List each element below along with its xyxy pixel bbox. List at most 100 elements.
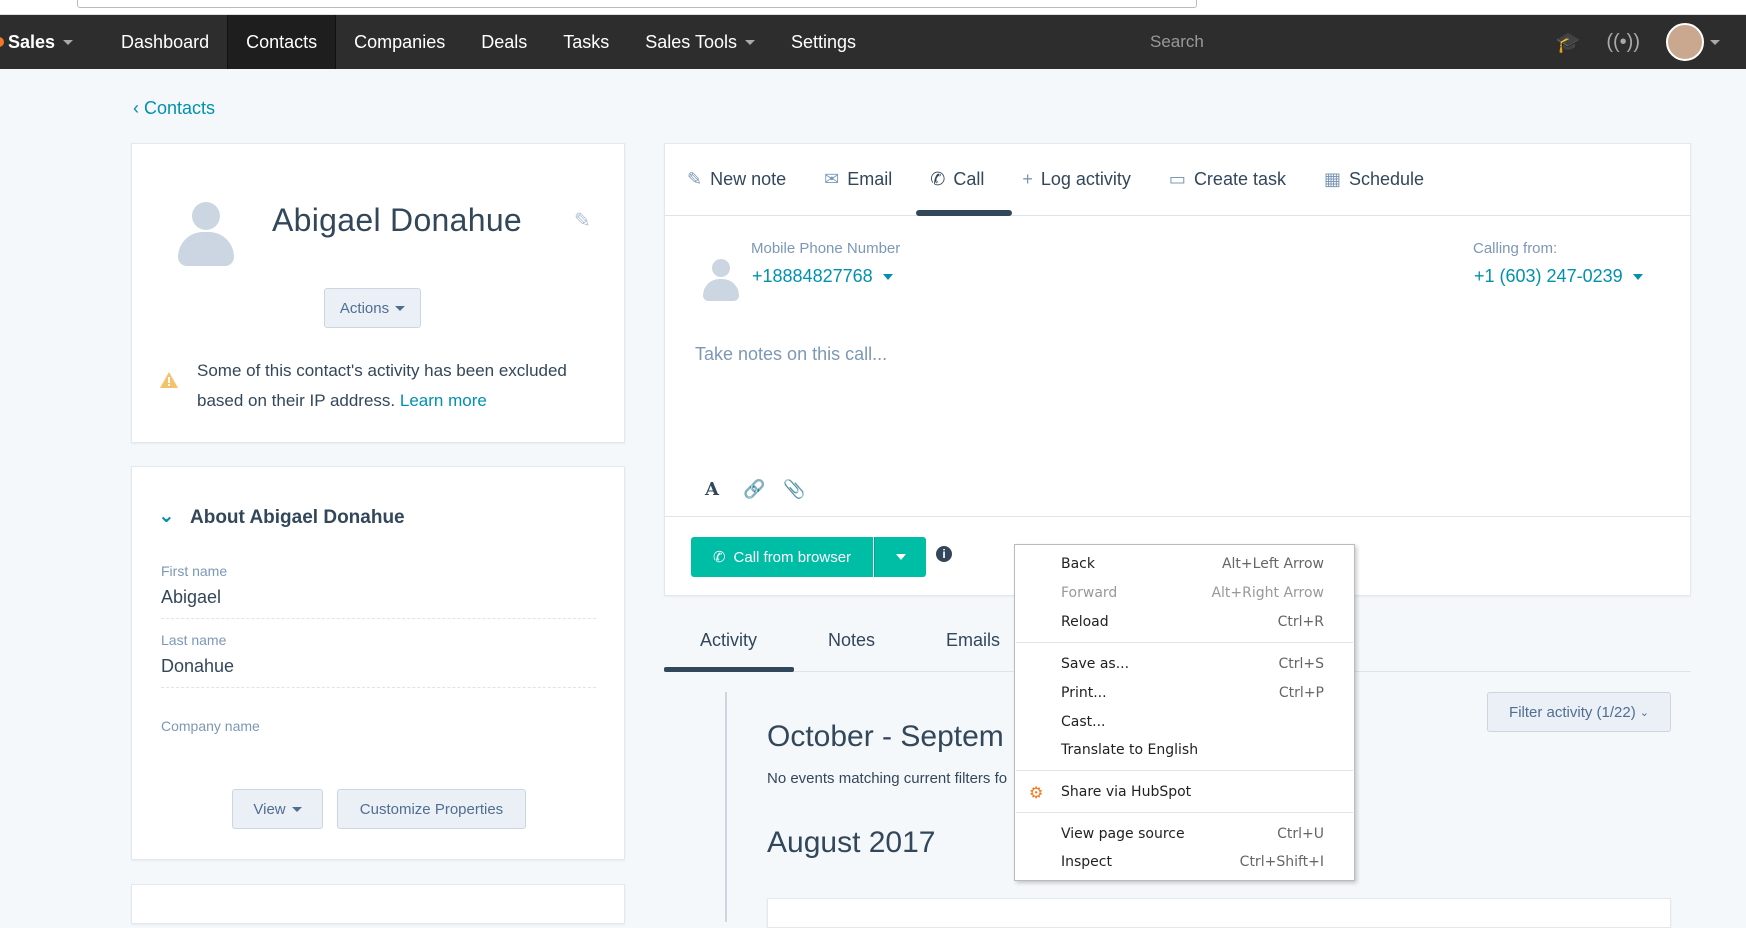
call-from-browser-button[interactable]: ✆ Call from browser: [691, 537, 873, 577]
menu-item-inspect[interactable]: Inspect Ctrl+Shift+I: [1015, 850, 1354, 876]
context-menu: Back Alt+Left Arrow Forward Alt+Right Arro…: [1014, 544, 1355, 881]
envelope-icon: ✉: [824, 169, 840, 189]
mobile-number: +18884827768: [752, 266, 873, 286]
attachment-icon[interactable]: 📎: [783, 479, 805, 500]
chevron-down-icon: [895, 554, 906, 560]
address-bar[interactable]: [77, 0, 1197, 8]
tab-email[interactable]: ✉ Email: [824, 144, 892, 216]
plus-icon: +: [1022, 169, 1033, 189]
active-tab-indicator: [916, 210, 1012, 216]
tab-log-activity[interactable]: + Log activity: [1022, 144, 1131, 216]
menu-item-forward[interactable]: Forward Alt+Right Arrow: [1015, 581, 1354, 607]
first-name-field[interactable]: Abigael: [161, 587, 221, 608]
menu-item-reload[interactable]: Reload Ctrl+R: [1015, 610, 1354, 636]
avatar[interactable]: [1666, 23, 1704, 61]
menu-item-save-as[interactable]: Save as... Ctrl+S: [1015, 652, 1354, 678]
tab-activity[interactable]: Activity: [700, 630, 757, 651]
learn-more-link[interactable]: Learn more: [400, 391, 487, 410]
link-icon[interactable]: 🔗: [743, 479, 765, 500]
tab-schedule[interactable]: ▦ Schedule: [1324, 144, 1424, 216]
nav-item-dashboard[interactable]: Dashboard: [103, 15, 227, 69]
actions-button[interactable]: Actions: [324, 288, 421, 328]
menu-item-share-hubspot[interactable]: ⚙ Share via HubSpot: [1015, 780, 1354, 806]
tab-label: Schedule: [1349, 169, 1425, 189]
chevron-down-icon: ⌄: [1639, 706, 1649, 719]
warning-icon: [160, 372, 178, 388]
view-button[interactable]: View: [232, 789, 323, 829]
view-label: View: [253, 800, 286, 818]
contact-card: Abigael Donahue ✎ Actions Some of this c…: [131, 143, 625, 443]
filter-activity-button[interactable]: Filter activity (1/22) ⌄: [1487, 692, 1671, 732]
calling-from-number: +1 (603) 247-0239: [1474, 266, 1623, 286]
tab-new-note[interactable]: ✎ New note: [687, 144, 786, 216]
chevron-down-icon[interactable]: [1710, 39, 1720, 45]
tab-label: Create task: [1193, 169, 1286, 189]
academy-icon[interactable]: 🎓: [1555, 30, 1580, 55]
divider: [161, 687, 596, 688]
back-label: Contacts: [144, 98, 216, 118]
menu-item-shortcut: Alt+Left Arrow: [1221, 556, 1324, 572]
nav-item-contacts[interactable]: Contacts: [227, 15, 337, 69]
menu-item-shortcut: Ctrl+U: [1277, 826, 1324, 842]
last-name-label: Last name: [161, 632, 227, 648]
top-nav: Sales Dashboard Contacts Companies Deals…: [0, 15, 1746, 69]
pencil-icon[interactable]: ✎: [574, 208, 591, 233]
nav-brand-sales[interactable]: Sales: [0, 15, 103, 69]
menu-item-label: Forward: [1061, 585, 1118, 601]
call-notes-input[interactable]: Take notes on this call...: [695, 344, 887, 365]
nav-item-label: Settings: [790, 31, 857, 52]
info-icon[interactable]: i: [936, 546, 952, 562]
menu-separator: [1016, 812, 1353, 813]
timeline-line: [725, 692, 727, 922]
menu-item-shortcut: Ctrl+Shift+I: [1239, 854, 1324, 870]
tab-call[interactable]: ✆ Call: [930, 144, 984, 216]
nav-item-settings[interactable]: Settings: [773, 15, 874, 69]
nav-brand-label: Sales: [8, 31, 56, 52]
monitor-icon: ▭: [1168, 169, 1186, 189]
nav-item-tasks[interactable]: Tasks: [545, 15, 627, 69]
customize-properties-button[interactable]: Customize Properties: [337, 789, 526, 829]
menu-separator: [1016, 642, 1353, 643]
tab-notes[interactable]: Notes: [828, 630, 875, 651]
contact-name: Abigael Donahue: [272, 202, 523, 238]
tab-create-task[interactable]: ▭ Create task: [1169, 144, 1286, 216]
search-input[interactable]: Search: [1150, 15, 1204, 69]
menu-item-cast[interactable]: Cast...: [1015, 710, 1354, 736]
menu-item-label: Inspect: [1061, 854, 1112, 870]
tab-emails[interactable]: Emails: [946, 630, 1000, 651]
chevron-down-icon: [395, 305, 406, 311]
period-heading: August 2017: [767, 826, 936, 859]
menu-item-print[interactable]: Print... Ctrl+P: [1015, 681, 1354, 707]
back-to-contacts-link[interactable]: ‹ Contacts: [133, 98, 215, 119]
nav-item-label: Contacts: [246, 31, 318, 52]
last-name-field[interactable]: Donahue: [161, 656, 234, 677]
menu-item-translate[interactable]: Translate to English: [1015, 738, 1354, 764]
about-card: ⌄ About Abigael Donahue First name Abiga…: [131, 466, 625, 860]
chevron-down-icon[interactable]: ⌄: [158, 503, 175, 528]
person-avatar-icon: [701, 259, 741, 303]
mobile-number-select[interactable]: +18884827768: [752, 266, 893, 287]
nav-item-sales-tools[interactable]: Sales Tools: [627, 15, 773, 69]
broadcast-icon[interactable]: ((•)): [1606, 31, 1640, 54]
menu-item-shortcut: Ctrl+P: [1278, 685, 1324, 701]
call-options-dropdown[interactable]: [874, 537, 926, 577]
menu-item-view-source[interactable]: View page source Ctrl+U: [1015, 822, 1354, 848]
engagement-tabs: ✎ New note ✉ Email ✆ Call + Log activity ▭ Cr…: [665, 144, 1690, 216]
first-name-label: First name: [161, 563, 228, 579]
menu-item-label: Reload: [1061, 614, 1109, 630]
customize-label: Customize Properties: [359, 800, 504, 818]
text-format-icon[interactable]: A: [705, 479, 719, 500]
engagement-card: ✎ New note ✉ Email ✆ Call + Log activity ▭ Cr…: [664, 143, 1691, 596]
chevron-down-icon: [291, 806, 302, 812]
about-title[interactable]: About Abigael Donahue: [190, 507, 405, 529]
nav-item-companies[interactable]: Companies: [336, 15, 463, 69]
chevron-left-icon: ‹: [133, 98, 144, 118]
period-heading: October - Septem: [767, 720, 1004, 753]
nav-item-deals[interactable]: Deals: [463, 15, 545, 69]
menu-item-back[interactable]: Back Alt+Left Arrow: [1015, 552, 1354, 578]
calling-from-select[interactable]: +1 (603) 247-0239: [1474, 266, 1643, 287]
hubspot-logo-icon: [0, 37, 4, 47]
browser-chrome: [0, 0, 1746, 15]
tab-label: New note: [710, 169, 787, 189]
ip-warning-text: Some of this contact's activity has been…: [197, 356, 597, 416]
